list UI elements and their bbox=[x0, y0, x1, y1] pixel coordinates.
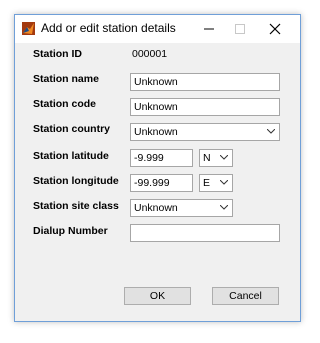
maximize-icon bbox=[235, 24, 245, 34]
latitude-hemisphere-select[interactable]: N bbox=[199, 149, 233, 167]
station-site-class-selected: Unknown bbox=[134, 202, 178, 214]
dialup-number-label: Dialup Number bbox=[33, 225, 108, 237]
dialog-window: Add or edit station details Station ID 0… bbox=[14, 14, 301, 322]
station-id-value: 000001 bbox=[132, 48, 168, 60]
close-icon bbox=[269, 23, 281, 35]
close-button[interactable] bbox=[255, 15, 295, 43]
dialup-number-input[interactable] bbox=[130, 224, 280, 242]
station-code-label: Station code bbox=[33, 98, 97, 110]
window-title: Add or edit station details bbox=[41, 21, 176, 35]
longitude-hemisphere-select[interactable]: E bbox=[199, 174, 233, 192]
station-latitude-input[interactable]: -9.999 bbox=[130, 149, 193, 167]
cancel-button[interactable]: Cancel bbox=[212, 287, 279, 305]
station-country-select[interactable]: Unknown bbox=[130, 123, 280, 141]
matlab-app-icon bbox=[22, 22, 35, 35]
station-site-class-select[interactable]: Unknown bbox=[130, 199, 233, 217]
title-bar[interactable]: Add or edit station details bbox=[15, 15, 300, 43]
station-country-selected: Unknown bbox=[134, 126, 178, 138]
station-id-label: Station ID bbox=[33, 48, 82, 60]
station-country-label: Station country bbox=[33, 123, 111, 135]
station-name-label: Station name bbox=[33, 73, 99, 85]
chevron-down-icon bbox=[216, 150, 232, 166]
longitude-hemisphere-selected: E bbox=[203, 177, 211, 189]
station-site-class-label: Station site class bbox=[33, 200, 119, 212]
ok-button[interactable]: OK bbox=[124, 287, 191, 305]
station-longitude-input[interactable]: -99.999 bbox=[130, 174, 193, 192]
station-longitude-label: Station longitude bbox=[33, 175, 119, 187]
station-name-input[interactable]: Unknown bbox=[130, 73, 280, 91]
chevron-down-icon bbox=[216, 175, 232, 191]
maximize-button[interactable] bbox=[220, 15, 260, 43]
minimize-icon bbox=[204, 28, 214, 30]
latitude-hemisphere-selected: N bbox=[203, 152, 211, 164]
station-code-input[interactable]: Unknown bbox=[130, 98, 280, 116]
chevron-down-icon bbox=[216, 200, 232, 216]
station-latitude-label: Station latitude bbox=[33, 150, 109, 162]
chevron-down-icon bbox=[263, 124, 279, 140]
